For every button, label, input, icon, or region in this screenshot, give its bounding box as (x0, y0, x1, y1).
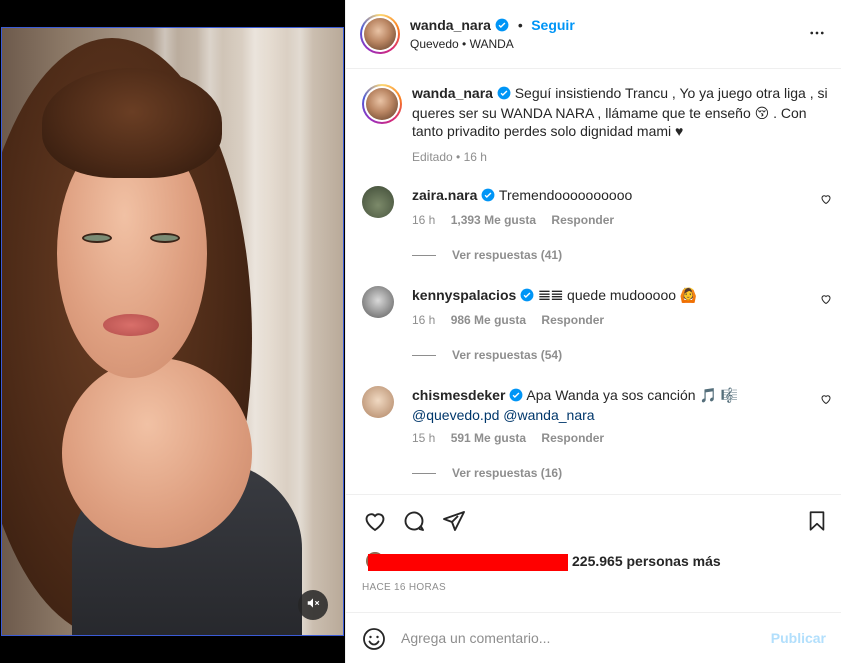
comment-text: Tremendoooooooooo (498, 187, 633, 203)
view-replies-label: Ver respuestas (41) (452, 248, 563, 262)
post-action-bar (346, 494, 841, 546)
verified-icon (495, 18, 509, 37)
comment-button[interactable] (402, 509, 426, 538)
post-location[interactable]: Quevedo • WANDA (410, 37, 514, 51)
follow-button[interactable]: Seguir (531, 17, 575, 33)
post-details-panel: wanda_nara • Seguir Quevedo • WANDA wand… (345, 0, 841, 663)
replies-divider (412, 354, 436, 356)
comment-time[interactable]: 16 h (412, 213, 435, 227)
mute-button[interactable] (298, 590, 328, 620)
dot-separator: • (517, 17, 523, 33)
comment-text: 𝌆𝌆 quede mudooooo 🙆 (538, 287, 698, 303)
mute-icon (306, 596, 320, 615)
like-comment-button[interactable] (820, 392, 832, 410)
view-replies-label: Ver respuestas (54) (452, 348, 563, 362)
reply-button[interactable]: Responder (541, 431, 604, 445)
verified-icon (509, 388, 523, 406)
post-timestamp[interactable]: HACE 16 HORAS (362, 582, 446, 593)
like-comment-button[interactable] (820, 292, 832, 310)
replies-divider (412, 254, 436, 256)
comment-input[interactable] (401, 623, 751, 653)
post-header: wanda_nara • Seguir Quevedo • WANDA (346, 0, 841, 69)
commenter-avatar[interactable] (362, 386, 394, 418)
likes-count[interactable]: 225.965 personas más (572, 553, 721, 569)
comment-likes[interactable]: 986 Me gusta (451, 313, 526, 327)
verified-icon (481, 188, 495, 206)
commenter-avatar[interactable] (362, 286, 394, 318)
caption-avatar[interactable] (362, 84, 402, 124)
emoji-icon (362, 628, 386, 655)
verified-icon (520, 288, 534, 306)
bookmark-icon (806, 511, 828, 537)
like-button[interactable] (362, 509, 388, 538)
comment-time[interactable]: 16 h (412, 313, 435, 327)
more-options-button[interactable] (808, 24, 826, 47)
heart-icon (820, 392, 832, 409)
heart-icon (362, 513, 388, 537)
commenter-avatar[interactable] (362, 186, 394, 218)
post-video[interactable] (1, 27, 344, 636)
verified-icon (497, 86, 511, 104)
more-icon (808, 29, 826, 46)
publish-button[interactable]: Publicar (771, 630, 826, 646)
share-icon (442, 511, 466, 537)
author-username[interactable]: wanda_nara (410, 17, 491, 33)
reply-button[interactable]: Responder (551, 213, 614, 227)
view-replies-label: Ver respuestas (16) (452, 466, 563, 480)
heart-icon (820, 292, 832, 309)
caption-username[interactable]: wanda_nara (412, 85, 493, 101)
post-media (0, 0, 345, 663)
share-button[interactable] (442, 509, 466, 538)
lips-shape (103, 314, 159, 336)
replies-divider (412, 472, 436, 474)
mention-link[interactable]: @quevedo.pd (412, 407, 499, 423)
caption-meta: Editado • 16 h (412, 150, 487, 164)
redaction-bar (368, 554, 568, 571)
view-replies-button[interactable]: Ver respuestas (16) (412, 466, 562, 480)
mention-link[interactable]: @wanda_nara (503, 407, 594, 423)
view-replies-button[interactable]: Ver respuestas (54) (412, 348, 562, 362)
comment-likes[interactable]: 1,393 Me gusta (451, 213, 536, 227)
comment-text: Apa Wanda ya sos canción 🎵 🎼 (526, 387, 739, 403)
commenter-username[interactable]: kennyspalacios (412, 287, 516, 303)
author-avatar[interactable] (360, 14, 400, 54)
comment-time[interactable]: 15 h (412, 431, 435, 445)
comment-icon (402, 511, 426, 537)
emoji-button[interactable] (362, 627, 386, 656)
heart-icon (820, 192, 832, 209)
view-replies-button[interactable]: Ver respuestas (41) (412, 248, 562, 262)
comment-composer: Publicar (346, 612, 841, 663)
likes-summary[interactable]: 225.965 personas más (362, 548, 832, 574)
commenter-username[interactable]: chismesdeker (412, 387, 505, 403)
reply-button[interactable]: Responder (541, 313, 604, 327)
like-comment-button[interactable] (820, 192, 832, 210)
save-button[interactable] (806, 509, 828, 538)
commenter-username[interactable]: zaira.nara (412, 187, 477, 203)
comment-likes[interactable]: 591 Me gusta (451, 431, 526, 445)
